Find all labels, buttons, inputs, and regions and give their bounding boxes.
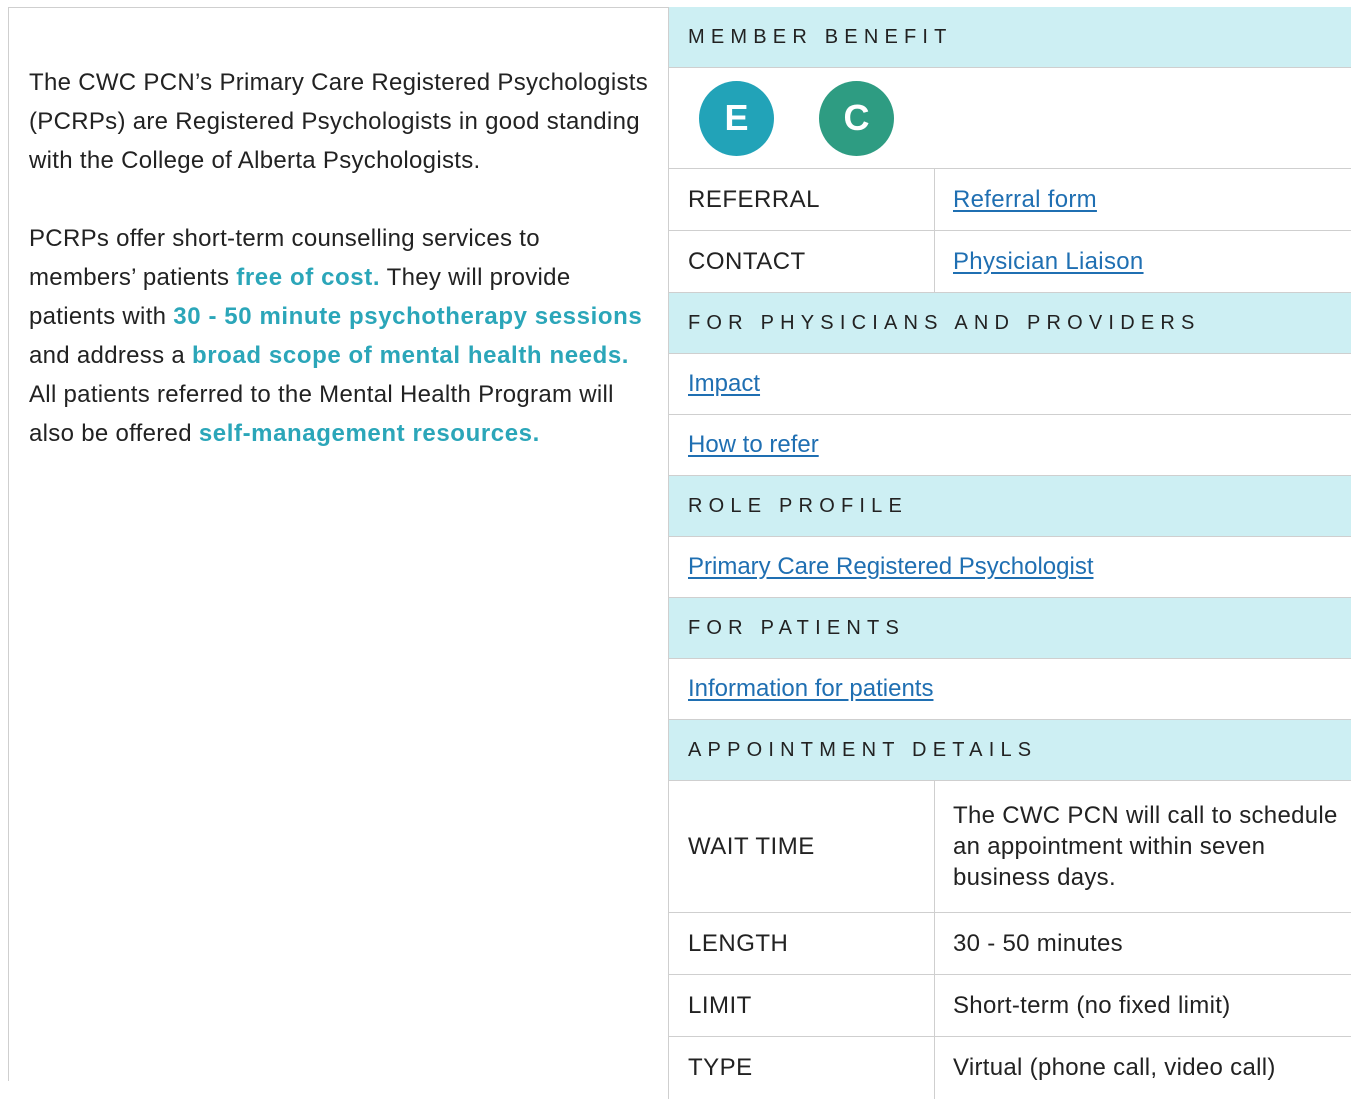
role-profile-heading: ROLE PROFILE (669, 476, 1351, 537)
intro-paragraph-2: PCRPs offer short-term counselling servi… (29, 225, 643, 447)
intro-paragraph-1: The CWC PCN’s Primary Care Registered Ps… (29, 69, 649, 174)
program-info-sidebar: MEMBER BENEFIT E C REFERRAL Referral for… (668, 7, 1351, 1099)
referral-label: REFERRAL (669, 169, 935, 230)
referral-form-link[interactable]: Referral form (953, 186, 1097, 214)
badge-c: C (819, 80, 894, 156)
physicians-providers-heading: FOR PHYSICIANS AND PROVIDERS (669, 293, 1351, 354)
referral-row: REFERRAL Referral form (669, 169, 1351, 231)
highlight-free-of-cost: free of cost. (236, 264, 381, 291)
patients-info-row: Information for patients (669, 659, 1351, 720)
type-row: TYPE Virtual (phone call, video call) (669, 1037, 1351, 1099)
length-value: 30 - 50 minutes (953, 929, 1123, 957)
wait-time-row: WAIT TIME The CWC PCN will call to sched… (669, 781, 1351, 913)
type-value: Virtual (phone call, video call) (953, 1054, 1276, 1081)
program-description: The CWC PCN’s Primary Care Registered Ps… (29, 63, 649, 492)
impact-row: Impact (669, 354, 1351, 415)
highlight-session-length: 30 - 50 minute psychotherapy sessions (173, 303, 643, 330)
program-description-panel: The CWC PCN’s Primary Care Registered Ps… (8, 7, 668, 1081)
highlight-broad-scope: broad scope of mental health needs. (191, 342, 630, 369)
impact-link[interactable]: Impact (688, 370, 760, 398)
contact-label: CONTACT (669, 231, 935, 292)
for-patients-heading: FOR PATIENTS (669, 598, 1351, 659)
psychologist-profile-link[interactable]: Primary Care Registered Psychologist (688, 553, 1093, 581)
limit-label: LIMIT (669, 975, 935, 1036)
physician-liaison-link[interactable]: Physician Liaison (953, 248, 1144, 276)
length-label: LENGTH (669, 913, 935, 974)
length-row: LENGTH 30 - 50 minutes (669, 913, 1351, 975)
patient-information-link[interactable]: Information for patients (688, 675, 933, 703)
highlight-self-management: self-management resources. (198, 420, 540, 447)
contact-row: CONTACT Physician Liaison (669, 231, 1351, 293)
wait-time-label: WAIT TIME (669, 781, 935, 912)
member-benefit-heading: MEMBER BENEFIT (669, 7, 1351, 68)
type-label: TYPE (669, 1037, 935, 1099)
badge-e: E (699, 80, 774, 156)
how-to-refer-row: How to refer (669, 415, 1351, 476)
how-to-refer-link[interactable]: How to refer (688, 431, 819, 459)
role-profile-row: Primary Care Registered Psychologist (669, 537, 1351, 598)
wait-time-value: The CWC PCN will call to schedule an app… (953, 802, 1338, 891)
limit-value: Short-term (no fixed limit) (953, 991, 1231, 1019)
member-benefit-badges: E C (669, 68, 1351, 169)
appointment-details-heading: APPOINTMENT DETAILS (669, 720, 1351, 781)
limit-row: LIMIT Short-term (no fixed limit) (669, 975, 1351, 1037)
